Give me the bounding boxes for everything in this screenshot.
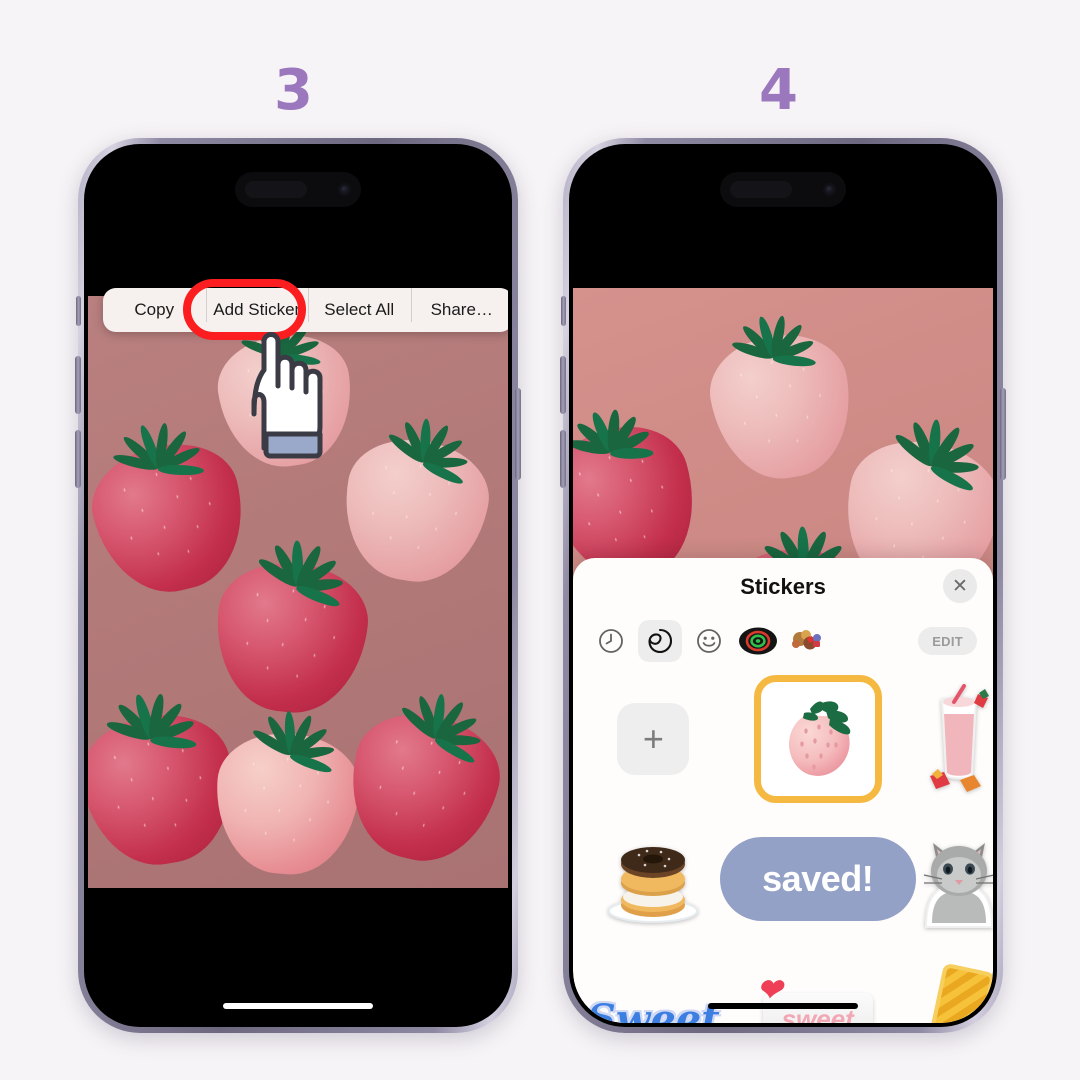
donuts-sticker-cell[interactable] [587,810,720,948]
phone-screen-step-4: Stickers ✕ EDIT + saved! Sweet ❤ sweet [573,148,993,1023]
kitten-sticker-icon [923,843,993,928]
sticker-pack-icon [792,630,821,650]
selected-sticker-frame [753,675,882,803]
saved-text-sticker: saved! [719,837,916,921]
strawberry [334,693,508,876]
dynamic-island [720,172,846,207]
clock-icon [599,629,623,653]
stickers-panel-title: Stickers [740,574,826,599]
tutorial-stage: 3 4 Copy Add Sticker Select All Share… S… [0,0,1080,1080]
context-menu: Copy Add Sticker Select All Share… [103,288,508,332]
stickers-tab-bar: EDIT [573,616,993,666]
donuts-plate-sticker-icon [608,847,699,923]
stickers-tab[interactable] [638,620,682,662]
strawberry-sticker-cell[interactable] [720,670,916,808]
add-sticker-button[interactable]: + [617,703,690,775]
stickers-grid: + saved! Sweet ❤ sweet [573,666,993,1023]
mute-switch[interactable] [561,296,566,326]
phone-mockup-step-3: Copy Add Sticker Select All Share… [75,138,521,1033]
memoji-tab[interactable] [736,620,780,662]
strawberry-smoothie-sticker-icon [929,684,989,792]
context-menu-item-select-all[interactable]: Select All [308,288,411,322]
dynamic-island [235,172,361,207]
front-camera-icon [823,183,836,196]
saved-sticker-cell[interactable]: saved! [719,810,916,948]
record-circle-icon [739,627,777,655]
power-button[interactable] [515,388,521,480]
context-menu-item-copy[interactable]: Copy [103,300,206,320]
stickers-panel-header: Stickers ✕ [573,558,993,616]
sweet-logo-sticker: Sweet [587,995,720,1024]
pixel-gold-bar-sticker-icon [922,962,993,1023]
mute-switch[interactable] [76,296,81,326]
stickers-panel: Stickers ✕ EDIT + saved! Sweet ❤ sweet [573,558,993,1023]
strawberry-leaf-icon [228,710,354,777]
speaker-pill [730,181,792,198]
smoothie-sticker-cell[interactable] [916,670,993,808]
sticker-peel-icon [648,628,673,654]
sweet-sign-sticker-cell[interactable]: ❤ sweet [720,950,916,1023]
pixel-gold-sticker-cell[interactable] [916,950,993,1023]
sticker-pack-tab[interactable] [785,620,829,662]
add-sticker-cell[interactable]: + [587,670,720,808]
phone-bezel: Copy Add Sticker Select All Share… [84,144,512,1027]
edit-button[interactable]: EDIT [918,627,977,655]
step-number-4: 4 [759,58,798,123]
volume-down-button[interactable] [560,430,566,488]
speaker-pill [245,181,307,198]
volume-up-button[interactable] [75,356,81,414]
smiley-icon [697,629,721,653]
strawberry [208,539,374,720]
front-camera-icon [338,183,351,196]
home-indicator[interactable] [223,1003,373,1009]
recents-tab[interactable] [589,620,633,662]
strawberry-leaf-icon [230,537,365,612]
phone-screen-step-3: Copy Add Sticker Select All Share… [88,148,508,1023]
pointing-hand-icon [251,332,323,459]
emoji-tab[interactable] [687,620,731,662]
close-icon[interactable]: ✕ [943,569,977,603]
kitten-sticker-cell[interactable] [916,810,993,948]
strawberry [701,315,863,489]
context-menu-item-share[interactable]: Share… [410,288,509,322]
strawberry-sticker-icon [788,701,850,776]
volume-down-button[interactable] [75,430,81,488]
sweet-logo-sticker-cell[interactable]: Sweet [587,950,720,1024]
phone-mockup-step-4: Stickers ✕ EDIT + saved! Sweet ❤ sweet [560,138,1006,1033]
phone-bezel: Stickers ✕ EDIT + saved! Sweet ❤ sweet [569,144,997,1027]
strawberry [211,710,363,879]
volume-up-button[interactable] [560,356,566,414]
power-button[interactable] [1000,388,1006,480]
home-indicator[interactable] [708,1003,858,1009]
context-menu-item-add-sticker[interactable]: Add Sticker [205,288,309,322]
step-number-3: 3 [274,58,313,123]
